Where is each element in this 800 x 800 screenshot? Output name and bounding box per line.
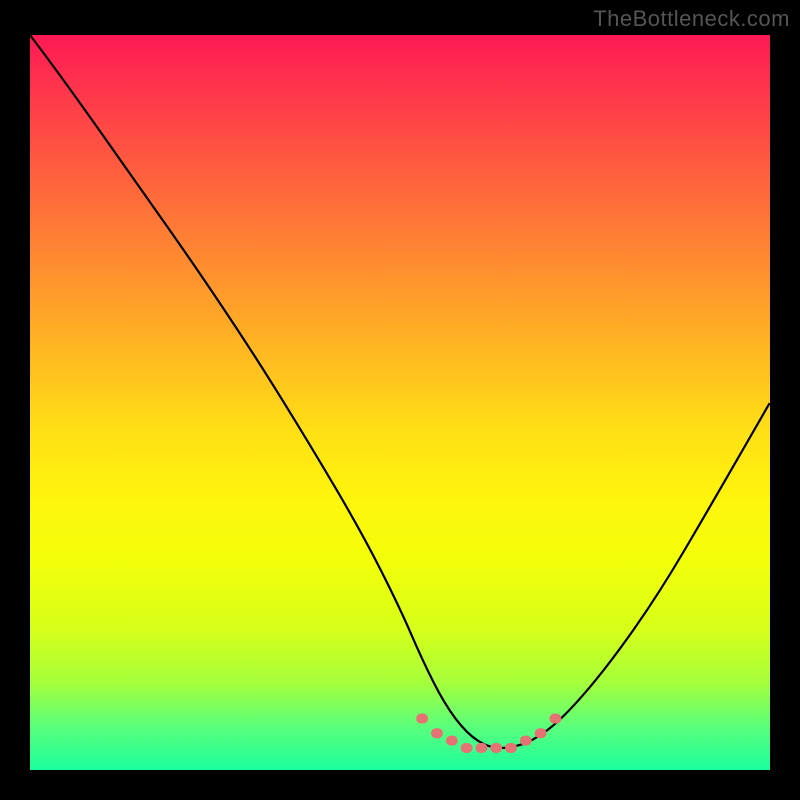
marker-dot: [505, 743, 517, 753]
curve-svg: [30, 35, 770, 770]
chart-container: TheBottleneck.com: [0, 0, 800, 800]
marker-dot: [416, 714, 428, 724]
marker-dot: [461, 743, 473, 753]
marker-dot: [446, 736, 458, 746]
marker-dot: [431, 728, 443, 738]
marker-dot: [520, 736, 532, 746]
watermark-text: TheBottleneck.com: [593, 6, 790, 32]
marker-dot: [549, 714, 561, 724]
marker-dot: [475, 743, 487, 753]
bottleneck-curve: [30, 35, 770, 748]
plot-area: [30, 35, 770, 770]
marker-dot: [490, 743, 502, 753]
marker-dot: [535, 728, 547, 738]
